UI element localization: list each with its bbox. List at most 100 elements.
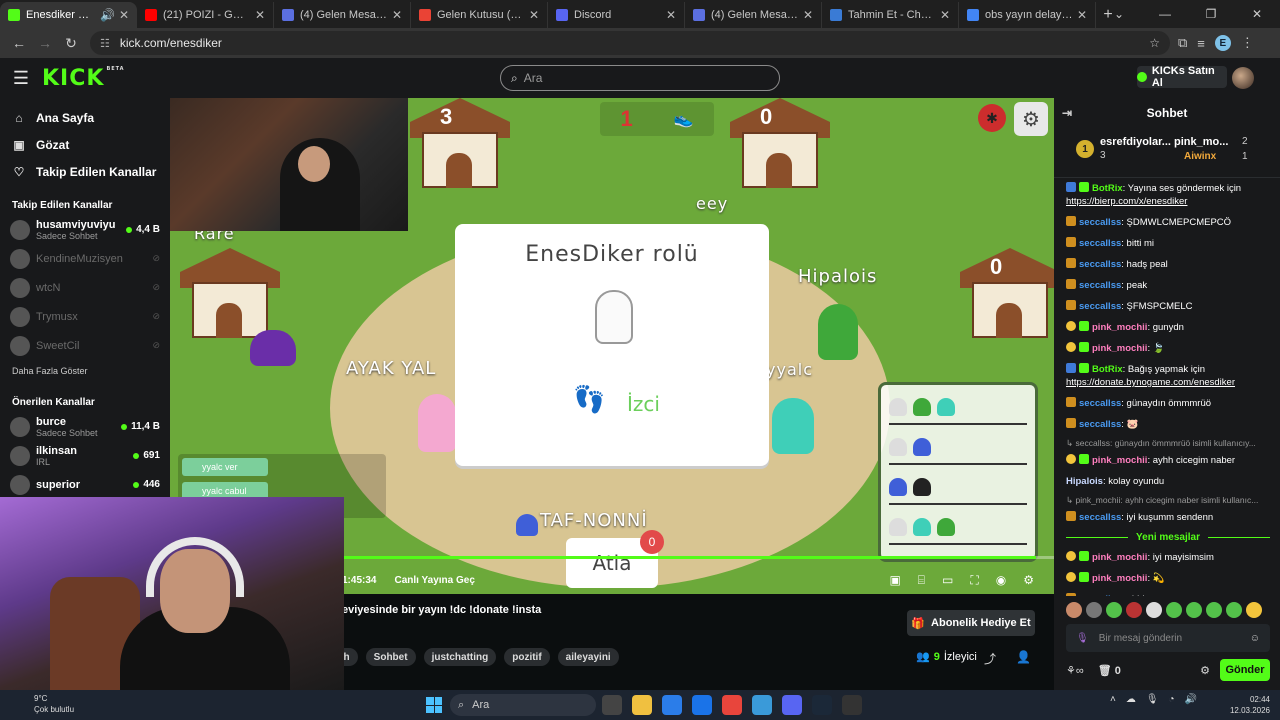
browser-tab[interactable]: (4) Gelen Mesaj Kutusu ✕ [274, 2, 411, 28]
sidebar-channel[interactable]: husamviyuviyu Sadece Sohbet 4,4 B [0, 215, 170, 244]
sidebar-channel[interactable]: Trymusx ⊘ [0, 302, 170, 331]
tab-search-icon[interactable]: ⌄ [1096, 0, 1142, 28]
send-button[interactable]: Gönder [1220, 659, 1270, 681]
sidebar-nav-item[interactable]: ⌂ Ana Sayfa [0, 104, 170, 131]
chat-username[interactable]: seccallss [1079, 594, 1121, 596]
chat-username[interactable]: seccallss [1079, 301, 1121, 312]
browser-tab[interactable]: (21) POIZI - GÜVENMEDİ ✕ [137, 2, 274, 28]
emote[interactable] [1206, 602, 1222, 618]
address-bar[interactable]: ☷ kick.com/enesdiker ☆ [90, 31, 1170, 55]
tab-audio-icon[interactable]: 🔊 [100, 8, 115, 22]
mic-tray-icon[interactable]: 🎙 [1146, 694, 1159, 705]
chat-username[interactable]: pink_mochii [1092, 455, 1147, 466]
emote[interactable] [1246, 602, 1262, 618]
reload-icon[interactable]: ↻ [58, 30, 84, 56]
tab-close-icon[interactable]: ✕ [803, 8, 813, 22]
gift-subscription-button[interactable]: 🎁 Abonelik Hediye Et [907, 610, 1035, 636]
reply-context[interactable]: ↳ seccallss: günaydın ömmmrüö isimli kul… [1066, 435, 1270, 450]
stream-tag[interactable]: Sohbet [365, 648, 416, 666]
chat-settings-icon[interactable]: ⚙ [1200, 664, 1210, 677]
chat-username[interactable]: seccallss [1079, 280, 1121, 291]
minimize-icon[interactable]: — [1142, 0, 1188, 28]
chat-username[interactable]: seccallss [1079, 217, 1121, 228]
search-input[interactable]: ⌕ Ara [500, 65, 780, 91]
tab-close-icon[interactable]: ✕ [119, 8, 129, 22]
emote[interactable] [1066, 602, 1082, 618]
playback-icon[interactable]: ◉ [996, 573, 1006, 588]
leader-2-name[interactable]: pink_mo... [1174, 136, 1228, 148]
notepad-icon[interactable] [752, 695, 772, 715]
chat-input[interactable]: 🎙 Bir mesaj gönderin ☺ [1066, 624, 1270, 652]
tab-close-icon[interactable]: ✕ [666, 8, 676, 22]
bookmark-star-icon[interactable]: ☆ [1149, 36, 1160, 50]
browser-tab[interactable]: Tahmin Et - ChatPlay ✕ [822, 2, 959, 28]
task-view-icon[interactable] [602, 695, 622, 715]
mic-icon[interactable]: 🎙 [1076, 633, 1089, 644]
browser-tab[interactable]: Discord ✕ [548, 2, 685, 28]
buy-kicks-button[interactable]: KICKs Satın Al [1137, 65, 1227, 89]
collapse-chat-icon[interactable]: ⇥ [1062, 106, 1072, 120]
emote[interactable] [1106, 602, 1122, 618]
tab-close-icon[interactable]: ✕ [529, 8, 539, 22]
leader-1-name[interactable]: esrefdiyolar... [1100, 136, 1171, 148]
emote[interactable] [1146, 602, 1162, 618]
obs-icon[interactable] [842, 695, 862, 715]
chrome-icon[interactable] [722, 695, 742, 715]
network-icon[interactable]: ☁ [1126, 694, 1136, 705]
chat-username[interactable]: pink_mochii [1092, 322, 1147, 333]
forward-icon[interactable]: → [32, 30, 58, 56]
clip-icon[interactable]: ⌸ [918, 573, 925, 588]
back-icon[interactable]: ← [6, 30, 32, 56]
chat-username[interactable]: seccallss [1079, 259, 1121, 270]
chat-username[interactable]: pink_mochii [1092, 573, 1147, 584]
sidebar-channel[interactable]: KendineMuzisyen ⊘ [0, 244, 170, 273]
chat-username[interactable]: pink_mochii [1092, 343, 1147, 354]
outlook-icon[interactable] [692, 695, 712, 715]
reply-context[interactable]: ↳ pink_mochii: ayhh cicegim naber isimli… [1066, 492, 1270, 507]
chat-username[interactable]: BotRix [1092, 183, 1123, 194]
stream-tag[interactable]: aileyayini [557, 648, 619, 666]
theater-mode-icon[interactable]: ▭ [942, 573, 953, 588]
hamburger-menu-icon[interactable]: ☰ [0, 68, 42, 89]
chat-username[interactable]: BotRix [1092, 364, 1123, 375]
mini-player-icon[interactable]: ▣ [889, 573, 900, 588]
emote[interactable] [1226, 602, 1242, 618]
chat-link[interactable]: https://donate.bynogame.com/enesdiker [1066, 377, 1235, 388]
bug-icon[interactable]: ✱ [978, 104, 1006, 132]
windows-start-icon[interactable] [426, 697, 442, 713]
chat-username[interactable]: seccallss [1079, 398, 1121, 409]
loyalty-points-icon[interactable]: ⚘∞ [1066, 664, 1084, 677]
tab-close-icon[interactable]: ✕ [255, 8, 265, 22]
reading-list-icon[interactable]: ≡ [1197, 36, 1205, 51]
sidebar-channel[interactable]: wtcN ⊘ [0, 273, 170, 302]
sidebar-channel[interactable]: burce Sadece Sohbet 11,4 B [0, 412, 170, 441]
sidebar-nav-item[interactable]: ▣ Gözat [0, 131, 170, 158]
user-avatar[interactable] [1232, 67, 1254, 89]
browser-tab[interactable]: (4) Gelen Mesaj Kutusu ✕ [685, 2, 822, 28]
emote[interactable] [1186, 602, 1202, 618]
chat-username[interactable]: seccallss [1079, 512, 1121, 523]
chat-username[interactable]: seccallss [1079, 419, 1121, 430]
tab-close-icon[interactable]: ✕ [940, 8, 950, 22]
give-action-button[interactable]: yyalc ver [182, 458, 268, 476]
store-icon[interactable] [662, 695, 682, 715]
browser-tab[interactable]: Gelen Kutusu (258) - enes ✕ [411, 2, 548, 28]
share-icon[interactable]: ⤴ [984, 650, 996, 667]
maximize-icon[interactable]: ❐ [1188, 0, 1234, 28]
show-more-link[interactable]: Daha Fazla Göster [0, 360, 170, 382]
clock[interactable]: 02:44 12.03.2026 [1222, 694, 1270, 716]
close-window-icon[interactable]: ✕ [1234, 0, 1280, 28]
stream-tag[interactable]: justchatting [423, 648, 497, 666]
discord-icon[interactable] [782, 695, 802, 715]
wifi-icon[interactable]: ◔ [1169, 694, 1175, 705]
sidebar-channel[interactable]: superior 446 [0, 470, 170, 499]
leader-3-name[interactable]: Aiwinx [1184, 151, 1216, 162]
file-explorer-icon[interactable] [632, 695, 652, 715]
volume-icon[interactable]: 🔊 [1185, 694, 1197, 705]
chat-username[interactable]: seccallss [1079, 238, 1121, 249]
sidebar-channel[interactable]: ilkinsan IRL 691 [0, 441, 170, 470]
chat-username[interactable]: Hipalois [1066, 476, 1103, 487]
weather-widget[interactable]: 9°C Çok bulutlu [34, 693, 74, 715]
tray-chevron-icon[interactable]: ˄ [1110, 694, 1116, 705]
extensions-icon[interactable]: ⧉ [1178, 35, 1187, 51]
